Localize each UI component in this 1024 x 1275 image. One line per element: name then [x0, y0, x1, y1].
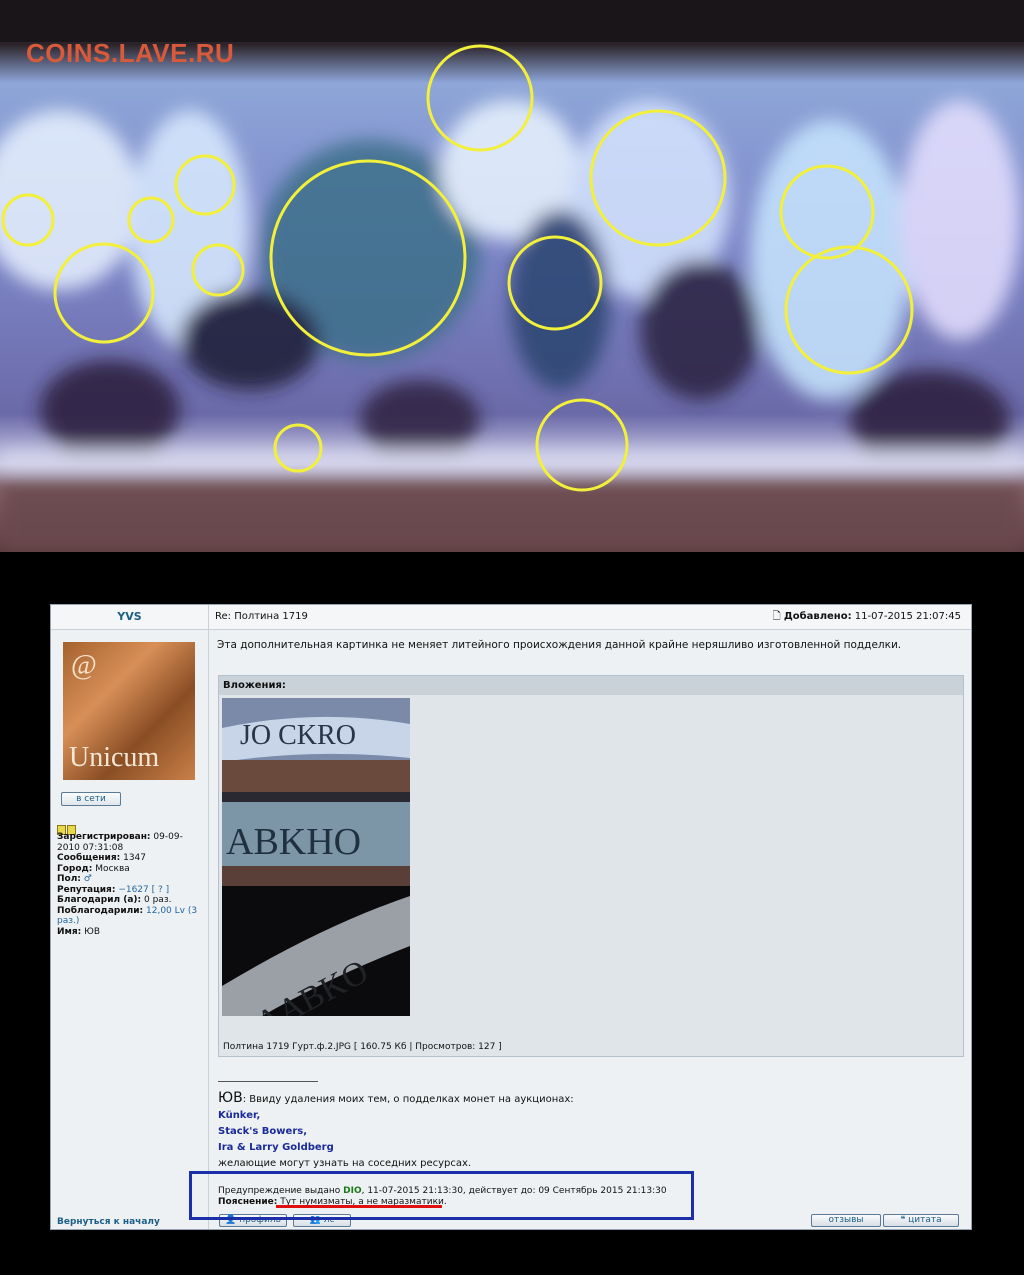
svg-text:ABKHO: ABKHO	[226, 821, 361, 863]
avatar-at: @	[71, 650, 97, 681]
signature-link[interactable]: Stack's Bowers,	[218, 1124, 574, 1140]
profile-value: ЮВ	[84, 926, 101, 937]
post-body: Эта дополнительная картинка не меняет ли…	[209, 630, 971, 1229]
signature: ЮВ: Ввиду удаления моих тем, о подделках…	[218, 1090, 574, 1172]
profile-label: Сообщения:	[57, 853, 121, 863]
attachments-block: Вложения: JO CKRO ABKHO AABKO Полтина 17…	[218, 675, 964, 1057]
signature-tail: желающие могут узнать на соседних ресурс…	[218, 1158, 472, 1169]
back-to-top-link[interactable]: Вернуться к началу	[57, 1217, 160, 1227]
attachment-thumbnail[interactable]: ABKHO	[222, 792, 410, 886]
avatar: @ Unicum	[63, 642, 195, 780]
coin-edge-photo: COINS.LAVE.RU	[0, 0, 1024, 552]
profile-messages: Сообщения: 1347	[57, 853, 205, 864]
profile-value: 0 раз.	[144, 895, 172, 905]
online-status-button[interactable]: в сети	[61, 792, 121, 806]
post-message: Эта дополнительная картинка не меняет ли…	[217, 639, 902, 651]
reputation-link[interactable]: −1627 [ ? ]	[118, 885, 169, 895]
profile-label: Зарегистрирован:	[57, 832, 151, 842]
forum-post: YVS Re: Полтина 1719 🗋 Добавлено: 11-07-…	[50, 604, 972, 1230]
signature-text: : Ввиду удаления моих тем, о подделках м…	[242, 1094, 574, 1105]
quote-button[interactable]: ❝ цитата	[883, 1214, 959, 1227]
quote-button-label: цитата	[908, 1215, 942, 1225]
post-header: Re: Полтина 1719 🗋 Добавлено: 11-07-2015…	[209, 605, 971, 630]
profile-label: Имя:	[57, 926, 82, 937]
signature-divider	[218, 1081, 318, 1082]
signature-link[interactable]: Ira & Larry Goldberg	[218, 1140, 574, 1156]
profile-label: Город:	[57, 863, 93, 874]
warning-highlight-box	[189, 1171, 694, 1220]
signature-link[interactable]: Künker,	[218, 1108, 574, 1124]
svg-text:JO CKRO: JO CKRO	[240, 720, 356, 751]
signature-name: ЮВ	[218, 1090, 243, 1106]
warning-underline	[276, 1205, 442, 1208]
post-author[interactable]: YVS	[51, 605, 209, 630]
added-date: 11-07-2015 21:07:45	[854, 611, 961, 622]
profile-registered: Зарегистрирован: 09-09-2010 07:31:08	[57, 832, 205, 853]
avatar-text: Unicum	[69, 742, 160, 773]
profile-label: Репутация:	[57, 884, 116, 895]
added-label: Добавлено:	[783, 611, 852, 622]
profile-label: Благодарил (а):	[57, 895, 142, 905]
author-panel: @ Unicum в сети Зарегистрирован: 09-09-2…	[51, 630, 209, 1229]
post-date: 🗋 Добавлено: 11-07-2015 21:07:45	[773, 605, 961, 629]
profile-label: Поблагодарили:	[57, 905, 144, 916]
profile-thanked: Благодарил (а): 0 раз.	[57, 895, 205, 906]
reviews-button[interactable]: отзывы	[811, 1214, 881, 1227]
profile-value: Москва	[95, 863, 130, 874]
profile-name: Имя: ЮВ	[57, 927, 205, 938]
coin-edge-image	[0, 0, 1024, 552]
profile-label: Пол:	[57, 874, 81, 884]
post-subject[interactable]: Re: Полтина 1719	[215, 611, 308, 622]
profile-gender: Пол: ♂	[57, 874, 205, 885]
profile-was-thanked: Поблагодарили: 12,00 Lv (3 раз.)	[57, 906, 205, 927]
profile-reputation: Репутация: −1627 [ ? ]	[57, 885, 205, 896]
attachment-thumbnail[interactable]: AABKO	[222, 886, 410, 1016]
attachment-caption[interactable]: Полтина 1719 Гурт.ф.2.JPG [ 160.75 Кб | …	[223, 1042, 502, 1052]
attachments-title: Вложения:	[219, 676, 963, 695]
profile-value: 1347	[123, 853, 146, 863]
document-icon: 🗋	[772, 611, 781, 622]
site-watermark: COINS.LAVE.RU	[26, 38, 235, 68]
male-icon: ♂	[83, 874, 92, 884]
quote-icon: ❝	[900, 1215, 906, 1225]
profile-city: Город: Москва	[57, 864, 205, 875]
attachment-thumbnail[interactable]: JO CKRO	[222, 698, 410, 792]
profile-info: Зарегистрирован: 09-09-2010 07:31:08 Соо…	[57, 832, 205, 937]
